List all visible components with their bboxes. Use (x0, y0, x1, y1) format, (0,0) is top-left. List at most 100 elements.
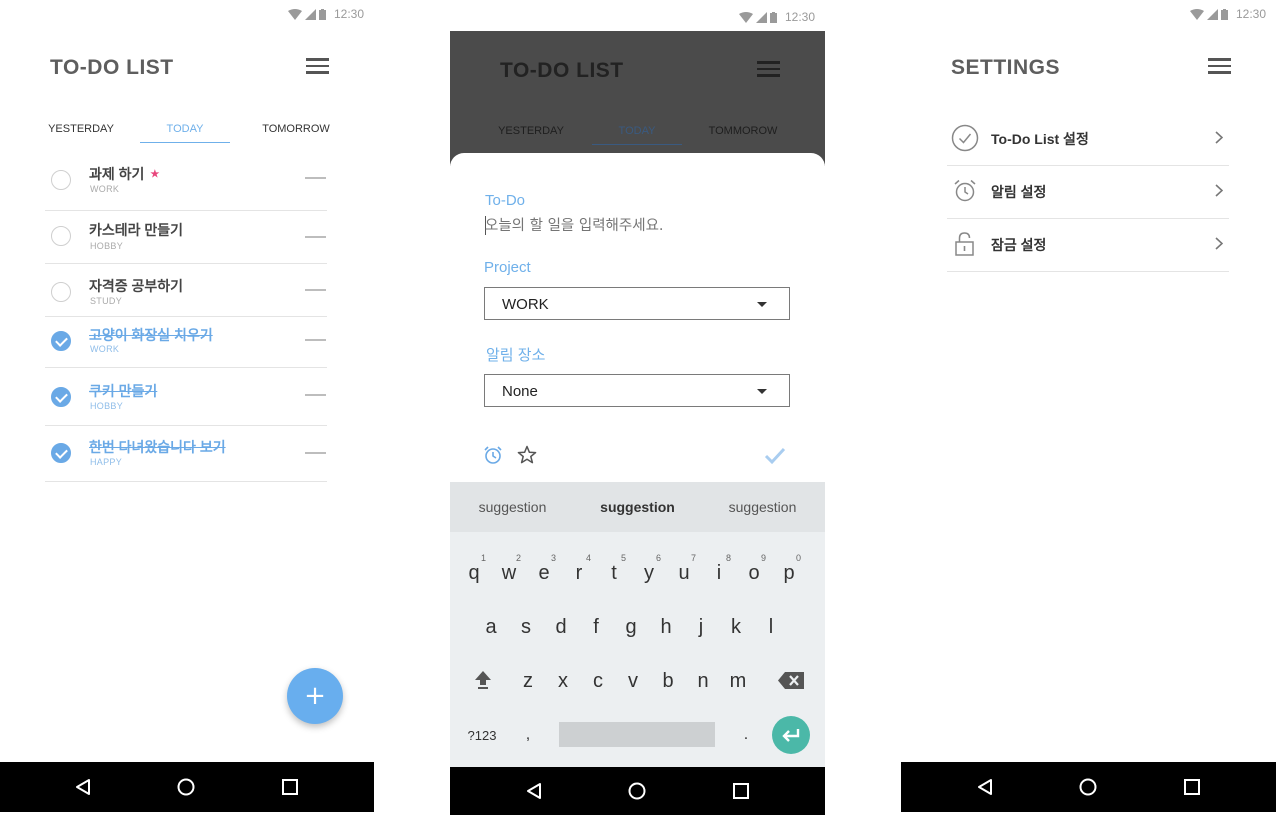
home-icon[interactable] (1079, 778, 1097, 796)
key-d[interactable]: d (546, 607, 576, 647)
item-name: 자격증 공부하기 (89, 278, 184, 294)
todo-list-screen: 12:30 TO-DO LIST YESTERDAY TODAY TOMORRO… (0, 0, 374, 812)
battery-icon (318, 8, 326, 20)
key-t[interactable]: t5 (599, 553, 629, 593)
list-item[interactable]: 과제 하기 ★ WORK (45, 153, 327, 211)
alarm-location-dropdown[interactable]: None (484, 374, 790, 407)
back-icon[interactable] (526, 782, 542, 800)
key-f[interactable]: f (581, 607, 611, 647)
suggestion-item[interactable]: suggestion (450, 482, 575, 532)
project-value: WORK (502, 296, 549, 313)
checkbox[interactable] (51, 282, 71, 302)
tab-tomorrow[interactable]: TOMORROW (258, 115, 334, 143)
home-icon[interactable] (628, 782, 646, 800)
key-e[interactable]: e3 (529, 553, 559, 593)
key-o[interactable]: o9 (739, 553, 769, 593)
key-u[interactable]: u7 (669, 553, 699, 593)
recents-icon[interactable] (733, 783, 749, 799)
suggestion-item[interactable]: suggestion (575, 482, 700, 532)
remove-dash-icon[interactable] (305, 289, 326, 291)
key-s[interactable]: s (511, 607, 541, 647)
remove-dash-icon[interactable] (305, 452, 326, 454)
confirm-check-icon[interactable] (764, 447, 786, 465)
key-l[interactable]: l (756, 607, 786, 647)
key-r[interactable]: r4 (564, 553, 594, 593)
key-i[interactable]: i8 (704, 553, 734, 593)
check-circle-icon (951, 124, 979, 152)
key-char: r (575, 561, 583, 584)
dropdown-caret-icon (757, 389, 767, 394)
checkbox-checked[interactable] (51, 331, 71, 351)
back-icon[interactable] (75, 778, 91, 796)
key-z[interactable]: z (513, 661, 543, 701)
tab-today[interactable]: TODAY (140, 115, 230, 143)
space-key[interactable] (559, 722, 715, 747)
settings-row-todo-list[interactable]: To-Do List 설정 (947, 112, 1229, 166)
key-a[interactable]: a (476, 607, 506, 647)
key-period[interactable]: . (731, 715, 761, 755)
backspace-icon[interactable] (777, 671, 805, 690)
checkbox-checked[interactable] (51, 387, 71, 407)
key-hint: 6 (655, 553, 661, 563)
status-time: 12:30 (1235, 7, 1266, 21)
key-q[interactable]: q1 (459, 553, 489, 593)
key-n[interactable]: n (688, 661, 718, 701)
key-x[interactable]: x (548, 661, 578, 701)
enter-key[interactable] (772, 716, 810, 754)
key-comma[interactable]: , (513, 715, 543, 755)
key-v[interactable]: v (618, 661, 648, 701)
list-item[interactable]: 고양이 화장실 치우기 WORK (45, 316, 327, 368)
settings-row-lock[interactable]: 잠금 설정 (947, 218, 1229, 272)
star-outline-icon[interactable] (517, 445, 537, 465)
menu-icon[interactable] (306, 57, 329, 75)
key-k[interactable]: k (721, 607, 751, 647)
back-icon[interactable] (977, 778, 993, 796)
recents-icon[interactable] (282, 779, 298, 795)
project-label: Project (484, 259, 531, 276)
suggestion-item[interactable]: suggestion (700, 482, 825, 532)
add-todo-screen: 12:30 TO-DO LIST YESTERDAY TODAY TOMMORO… (450, 0, 825, 815)
shift-icon[interactable] (473, 669, 493, 691)
dimmed-background[interactable]: TO-DO LIST YESTERDAY TODAY TOMMOROW (450, 31, 825, 166)
key-w[interactable]: w2 (494, 553, 524, 593)
checkbox-checked[interactable] (51, 443, 71, 463)
key-p[interactable]: p0 (774, 553, 804, 593)
list-item[interactable]: 자격증 공부하기 STUDY (45, 263, 327, 317)
alarm-location-value: None (502, 383, 538, 400)
key-h[interactable]: h (651, 607, 681, 647)
remove-dash-icon[interactable] (305, 339, 326, 341)
list-item[interactable]: 카스테라 만들기 HOBBY (45, 210, 327, 264)
todo-input[interactable] (485, 215, 785, 237)
add-todo-button[interactable]: + (287, 668, 343, 724)
key-y[interactable]: y6 (634, 553, 664, 593)
alarm-clock-icon[interactable] (483, 445, 503, 465)
list-item[interactable]: 한번 다녀왔습니다 보기 HAPPY (45, 425, 327, 482)
project-dropdown[interactable]: WORK (484, 287, 790, 320)
menu-icon[interactable] (1208, 57, 1231, 75)
remove-dash-icon[interactable] (305, 394, 326, 396)
key-b[interactable]: b (653, 661, 683, 701)
settings-row-alarm[interactable]: 알림 설정 (947, 165, 1229, 219)
star-icon: ★ (150, 169, 160, 180)
key-j[interactable]: j (686, 607, 716, 647)
battery-icon (1220, 8, 1228, 20)
key-g[interactable]: g (616, 607, 646, 647)
chevron-right-icon (1215, 184, 1223, 197)
status-time: 12:30 (784, 10, 815, 24)
home-icon[interactable] (177, 778, 195, 796)
recents-icon[interactable] (1184, 779, 1200, 795)
remove-dash-icon[interactable] (305, 177, 326, 179)
key-c[interactable]: c (583, 661, 613, 701)
checkbox[interactable] (51, 170, 71, 190)
remove-dash-icon[interactable] (305, 236, 326, 238)
checkbox[interactable] (51, 226, 71, 246)
symbols-key[interactable]: ?123 (462, 715, 502, 755)
status-bar: 12:30 (1189, 6, 1266, 22)
key-m[interactable]: m (723, 661, 753, 701)
list-item[interactable]: 쿠키 만들기 HOBBY (45, 367, 327, 426)
system-nav-bar (0, 762, 374, 812)
tab-yesterday: YESTERDAY (498, 125, 564, 137)
item-category: WORK (90, 344, 120, 354)
item-name: 한번 다녀왔습니다 보기 (89, 439, 226, 455)
tab-yesterday[interactable]: YESTERDAY (40, 115, 122, 143)
